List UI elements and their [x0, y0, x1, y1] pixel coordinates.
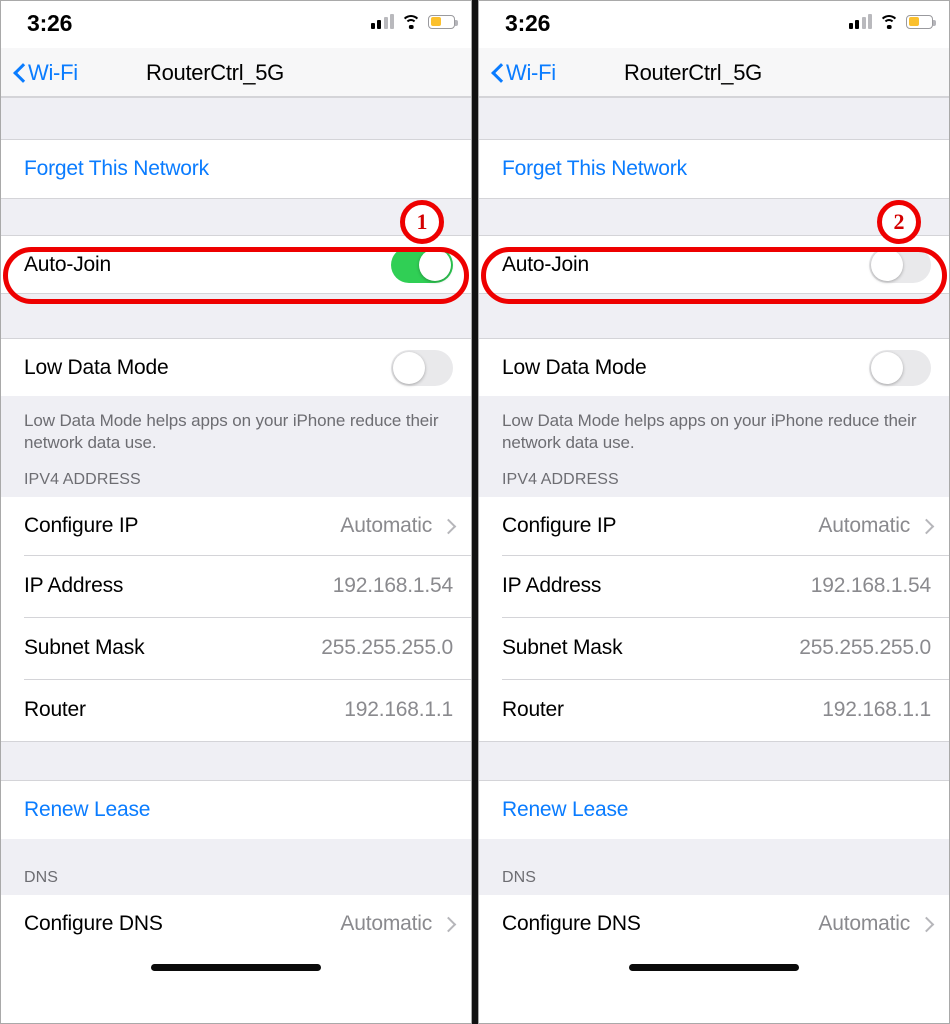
annotation-badge-1: 1: [400, 200, 444, 244]
subnet-mask-label: Subnet Mask: [24, 635, 145, 659]
home-indicator-area: [479, 952, 949, 977]
forget-this-network-label: Forget This Network: [502, 157, 687, 180]
low-data-mode-footnote: Low Data Mode helps apps on your iPhone …: [1, 396, 471, 455]
renew-lease-label: Renew Lease: [24, 797, 151, 821]
low-data-mode-toggle[interactable]: [391, 349, 453, 386]
configure-ip-label: Configure IP: [24, 513, 139, 537]
forget-this-network-label: Forget This Network: [24, 157, 209, 180]
status-icons: [848, 14, 936, 29]
wifi-icon: [401, 14, 421, 29]
router-value: 192.168.1.1: [344, 697, 453, 721]
iphone-screen-left: 3:26 Wi-Fi RouterCtrl_5G Forget This Net…: [0, 0, 472, 1024]
low-data-mode-footnote: Low Data Mode helps apps on your iPhone …: [479, 396, 949, 455]
dns-header: DNS: [1, 838, 471, 895]
home-indicator[interactable]: [151, 963, 321, 971]
dual-screenshot-comparison: 3:26 Wi-Fi RouterCtrl_5G Forget This Net…: [0, 0, 950, 1024]
status-bar-right: 3:26: [479, 1, 949, 48]
auto-join-toggle[interactable]: [391, 246, 453, 283]
ip-address-label: IP Address: [502, 573, 602, 597]
ipv4-address-header: IPV4 ADDRESS: [479, 454, 949, 497]
auto-join-toggle[interactable]: [869, 246, 931, 283]
subnet-mask-value: 255.255.255.0: [799, 635, 931, 659]
iphone-screen-right: 3:26 Wi-Fi RouterCtrl_5G Forget This Net…: [478, 0, 950, 1024]
auto-join-row[interactable]: Auto-Join: [1, 236, 471, 293]
configure-dns-row[interactable]: Configure DNS Automatic: [479, 894, 949, 953]
ip-address-label: IP Address: [24, 573, 124, 597]
status-bar-left: 3:26: [1, 1, 471, 48]
configure-dns-row[interactable]: Configure DNS Automatic: [1, 894, 471, 953]
section-gap: [1, 293, 471, 339]
status-time: 3:26: [505, 10, 551, 36]
annotation-badge-2: 2: [877, 200, 921, 244]
nav-bar-left: Wi-Fi RouterCtrl_5G: [1, 48, 471, 97]
auto-join-label: Auto-Join: [502, 252, 589, 276]
low-data-mode-toggle[interactable]: [869, 349, 931, 386]
auto-join-label: Auto-Join: [24, 252, 111, 276]
router-row: Router 192.168.1.1: [1, 678, 471, 741]
renew-lease-row[interactable]: Renew Lease: [479, 780, 949, 839]
configure-ip-row[interactable]: Configure IP Automatic: [479, 496, 949, 555]
router-label: Router: [24, 697, 86, 721]
subnet-mask-row: Subnet Mask 255.255.255.0: [1, 616, 471, 679]
ip-address-row: IP Address 192.168.1.54: [479, 554, 949, 617]
router-row: Router 192.168.1.1: [479, 678, 949, 741]
ipv4-address-header: IPV4 ADDRESS: [1, 454, 471, 497]
auto-join-row[interactable]: Auto-Join: [479, 236, 949, 293]
subnet-mask-row: Subnet Mask 255.255.255.0: [479, 616, 949, 679]
chevron-right-icon: [921, 915, 931, 933]
configure-dns-label: Configure DNS: [24, 911, 163, 935]
forget-this-network-row[interactable]: Forget This Network: [1, 140, 471, 198]
status-icons: [370, 14, 458, 29]
configure-ip-row[interactable]: Configure IP Automatic: [1, 496, 471, 555]
section-gap: [479, 740, 949, 781]
section-gap: [1, 740, 471, 781]
router-label: Router: [502, 697, 564, 721]
dns-header: DNS: [479, 838, 949, 895]
section-gap: [1, 97, 471, 140]
cellular-signal-icon: [370, 14, 394, 29]
battery-low-power-icon: [906, 14, 936, 29]
renew-lease-label: Renew Lease: [502, 797, 629, 821]
renew-lease-row[interactable]: Renew Lease: [1, 780, 471, 839]
page-title: RouterCtrl_5G: [146, 59, 284, 85]
forget-this-network-row[interactable]: Forget This Network: [479, 140, 949, 198]
configure-ip-label: Configure IP: [502, 513, 617, 537]
chevron-right-icon: [921, 517, 931, 535]
ip-address-value: 192.168.1.54: [810, 573, 931, 597]
wifi-icon: [879, 14, 899, 29]
status-time: 3:26: [27, 10, 73, 36]
subnet-mask-label: Subnet Mask: [502, 635, 623, 659]
low-data-mode-label: Low Data Mode: [502, 355, 647, 379]
ip-address-value: 192.168.1.54: [332, 573, 453, 597]
low-data-mode-row[interactable]: Low Data Mode: [1, 339, 471, 396]
section-gap: [479, 293, 949, 339]
configure-dns-label: Configure DNS: [502, 911, 641, 935]
configure-dns-value: Automatic: [340, 911, 432, 935]
chevron-right-icon: [443, 915, 453, 933]
nav-bar-right: Wi-Fi RouterCtrl_5G: [479, 48, 949, 97]
home-indicator-area: [1, 952, 471, 977]
cellular-signal-icon: [848, 14, 872, 29]
configure-ip-value: Automatic: [340, 513, 432, 537]
configure-ip-value: Automatic: [818, 513, 910, 537]
chevron-right-icon: [443, 517, 453, 535]
subnet-mask-value: 255.255.255.0: [321, 635, 453, 659]
home-indicator[interactable]: [629, 963, 799, 971]
low-data-mode-label: Low Data Mode: [24, 355, 169, 379]
low-data-mode-row[interactable]: Low Data Mode: [479, 339, 949, 396]
router-value: 192.168.1.1: [822, 697, 931, 721]
ip-address-row: IP Address 192.168.1.54: [1, 554, 471, 617]
configure-dns-value: Automatic: [818, 911, 910, 935]
section-gap: [479, 97, 949, 140]
page-title: RouterCtrl_5G: [624, 59, 762, 85]
battery-low-power-icon: [428, 14, 458, 29]
